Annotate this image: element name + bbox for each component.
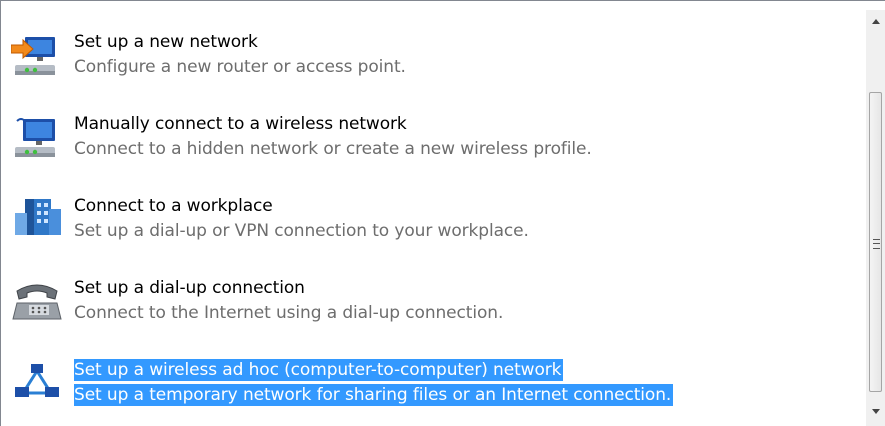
option-title: Manually connect to a wireless network: [74, 114, 407, 134]
wireless-icon: [11, 113, 67, 171]
option-title: Connect to a workplace: [74, 196, 273, 216]
option-title: Set up a wireless ad hoc (computer-to-co…: [74, 359, 564, 381]
option-description: Configure a new router or access point.: [74, 57, 406, 77]
option-set-up-new-network[interactable]: Set up a new network Configure a new rou…: [9, 31, 849, 91]
scroll-up-arrow-icon[interactable]: [866, 12, 885, 30]
router-icon: [10, 31, 67, 89]
scroll-down-arrow-icon[interactable]: [866, 402, 885, 420]
connection-options-list: Set up a new network Configure a new rou…: [0, 0, 885, 426]
grip-icon: [873, 239, 880, 249]
option-description: Connect to the Internet using a dial-up …: [74, 303, 504, 323]
option-dial-up-connection[interactable]: Set up a dial-up connection Connect to t…: [9, 277, 849, 337]
option-description: Set up a temporary network for sharing f…: [74, 384, 674, 406]
option-wireless-ad-hoc-network[interactable]: Set up a wireless ad hoc (computer-to-co…: [9, 359, 849, 419]
option-connect-workplace[interactable]: Connect to a workplace Set up a dial-up …: [9, 195, 849, 255]
option-manually-connect-wireless[interactable]: Manually connect to a wireless network C…: [9, 113, 849, 173]
option-description: Set up a dial-up or VPN connection to yo…: [74, 221, 529, 241]
scrollbar-thumb[interactable]: [869, 92, 882, 392]
option-title: Set up a dial-up connection: [74, 278, 305, 298]
phone-icon: [11, 277, 67, 335]
workplace-icon: [11, 195, 67, 253]
option-description: Connect to a hidden network or create a …: [74, 139, 592, 159]
vertical-scrollbar[interactable]: [866, 10, 885, 426]
option-title: Set up a new network: [74, 32, 258, 52]
adhoc-network-icon: [11, 359, 67, 417]
